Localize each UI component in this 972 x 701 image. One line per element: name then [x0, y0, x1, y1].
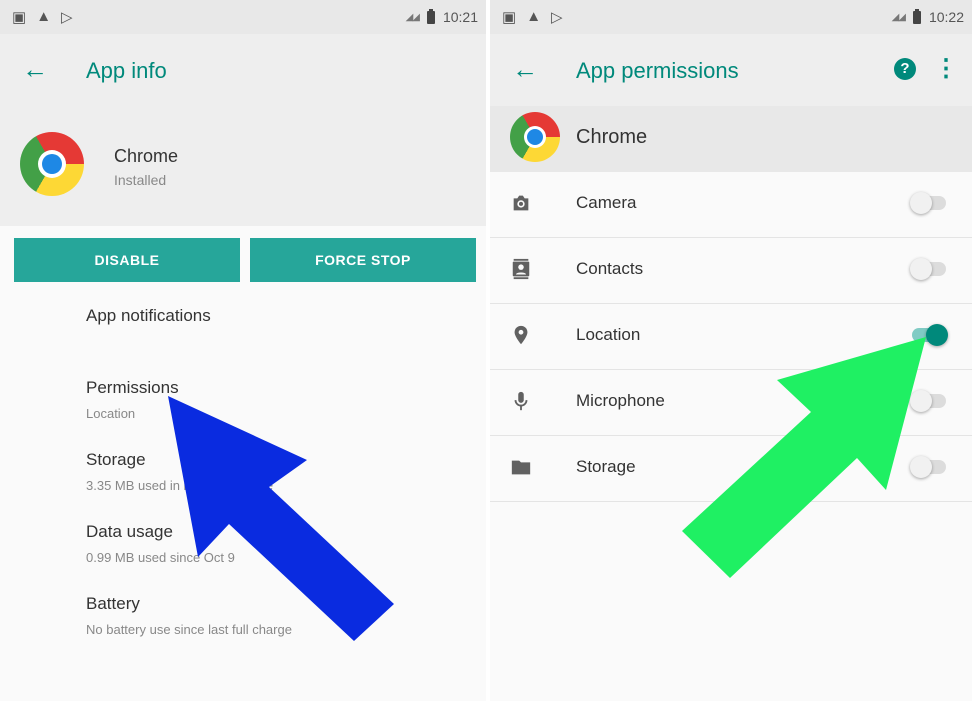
play-store-notification-icon: ▷ — [61, 9, 73, 26]
signal-icon: ◢◢ — [891, 11, 906, 23]
chrome-logo-icon — [510, 112, 560, 162]
location-pin-icon — [514, 325, 528, 345]
force-stop-button[interactable]: FORCE STOP — [250, 238, 476, 282]
battery-icon — [912, 8, 921, 24]
setting-subtitle: Location — [86, 406, 136, 421]
battery-icon — [426, 8, 435, 24]
setting-title: Battery — [86, 594, 140, 613]
folder-icon — [511, 460, 531, 475]
setting-battery[interactable]: Battery No battery use since last full c… — [86, 584, 476, 656]
setting-app-notifications[interactable]: App notifications — [86, 296, 476, 368]
setting-title: App notifications — [86, 306, 211, 325]
storage-toggle[interactable] — [910, 456, 946, 478]
permission-label: Contacts — [576, 259, 644, 278]
image-notification-icon: ▣ — [502, 9, 517, 26]
app-install-status: Installed — [114, 172, 167, 188]
app-permissions-screen: ▣ ▲ ▷ ◢◢ 10:22 ← App permissions ? ⋮ Chr… — [490, 0, 972, 701]
setting-subtitle: 3.35 MB used in internal storage — [86, 478, 274, 493]
notification-icons: ▣ ▲ ▷ — [12, 8, 73, 26]
location-toggle[interactable] — [912, 324, 948, 346]
app-name: Chrome — [576, 126, 648, 148]
permission-label: Microphone — [576, 391, 665, 410]
more-options-icon[interactable]: ⋮ — [934, 54, 958, 83]
notification-icons: ▣ ▲ ▷ — [502, 8, 563, 26]
disable-button[interactable]: DISABLE — [14, 238, 240, 282]
clock: 10:22 — [928, 9, 964, 25]
permission-label: Location — [576, 325, 641, 344]
setting-title: Data usage — [86, 522, 173, 541]
help-icon[interactable]: ? — [894, 58, 916, 80]
microphone-icon — [514, 391, 528, 411]
back-arrow-icon[interactable]: ← — [512, 54, 538, 85]
clock: 10:21 — [442, 9, 478, 25]
permission-label: Camera — [576, 193, 637, 212]
contacts-toggle[interactable] — [910, 258, 946, 280]
image-notification-icon: ▣ — [12, 9, 27, 26]
camera-toggle[interactable] — [910, 192, 946, 214]
chrome-logo-icon — [20, 132, 84, 196]
setting-title: Storage — [86, 450, 146, 469]
status-bar: ▣ ▲ ▷ ◢◢ 10:22 — [490, 0, 972, 34]
permission-storage[interactable]: Storage — [490, 436, 972, 502]
setting-subtitle: 0.99 MB used since Oct 9 — [86, 550, 235, 565]
setting-data-usage[interactable]: Data usage 0.99 MB used since Oct 9 — [86, 512, 476, 584]
back-arrow-icon[interactable]: ← — [22, 54, 48, 85]
warning-notification-icon: ▲ — [36, 8, 52, 25]
app-bar: ← App permissions ? ⋮ — [490, 34, 972, 109]
permission-list: Camera Contacts Location Microphone Stor… — [490, 172, 972, 502]
setting-storage[interactable]: Storage 3.35 MB used in internal storage — [86, 440, 476, 512]
permission-camera[interactable]: Camera — [490, 172, 972, 238]
permission-label: Storage — [576, 457, 636, 476]
permission-microphone[interactable]: Microphone — [490, 370, 972, 436]
play-store-notification-icon: ▷ — [551, 9, 563, 26]
page-title: App info — [86, 58, 167, 83]
warning-notification-icon: ▲ — [526, 8, 542, 25]
setting-title: Permissions — [86, 378, 179, 397]
signal-icon: ◢◢ — [405, 11, 420, 23]
app-settings-list: App notifications Permissions Location S… — [86, 296, 476, 656]
status-bar: ▣ ▲ ▷ ◢◢ 10:21 — [0, 0, 486, 34]
app-header: Chrome Installed — [0, 106, 486, 226]
microphone-toggle[interactable] — [910, 390, 946, 412]
app-name: Chrome — [114, 146, 179, 166]
camera-icon — [513, 195, 529, 211]
permission-contacts[interactable]: Contacts — [490, 238, 972, 304]
app-header: Chrome — [490, 106, 972, 172]
setting-permissions[interactable]: Permissions Location — [86, 368, 476, 440]
permission-location[interactable]: Location — [490, 304, 972, 370]
app-info-screen: ▣ ▲ ▷ ◢◢ 10:21 ← App info Chrome Install… — [0, 0, 486, 701]
contacts-icon — [512, 258, 530, 280]
app-bar: ← App info — [0, 34, 486, 106]
page-title: App permissions — [576, 58, 739, 83]
setting-subtitle: No battery use since last full charge — [86, 622, 292, 637]
